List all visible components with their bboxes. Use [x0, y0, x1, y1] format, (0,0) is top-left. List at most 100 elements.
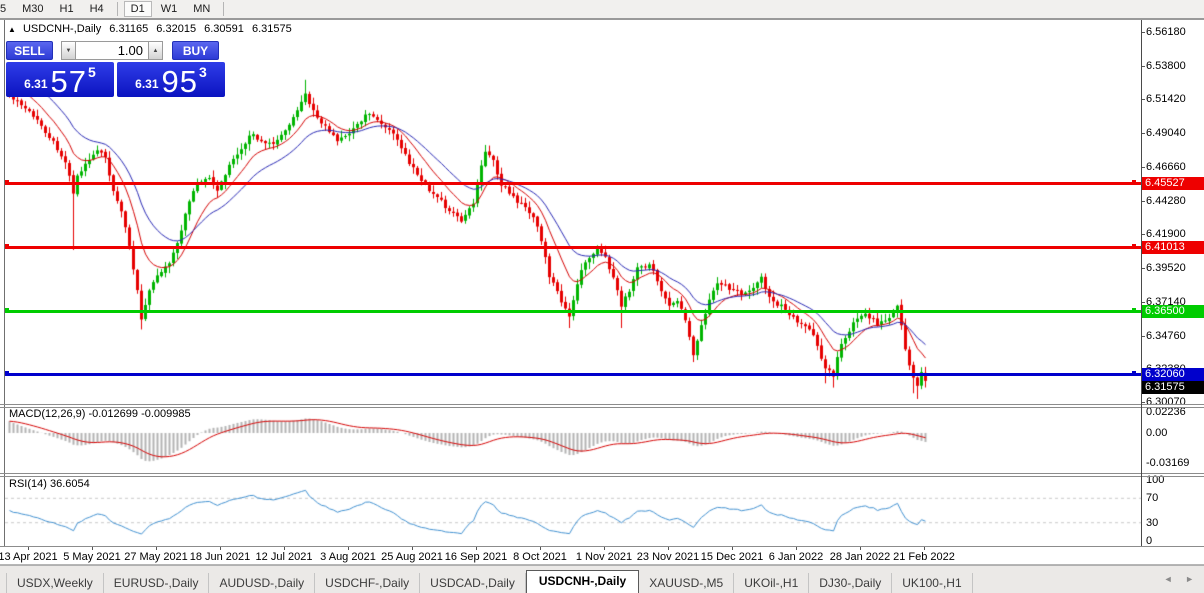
date-tick-mark — [732, 547, 733, 550]
chevron-down-icon: ▼ — [65, 47, 72, 54]
one-click-trading-panel: SELL ▼ 1.00 ▲ BUY 6.31 57 5 6.31 95 3 — [6, 41, 226, 97]
tab-xauusd-m5[interactable]: XAUUSD-,M5 — [639, 573, 735, 593]
tab-usdcnh-daily[interactable]: USDCNH-,Daily — [525, 570, 640, 593]
date-tick-label: 3 Aug 2021 — [320, 551, 376, 563]
line-anchor-marker — [5, 371, 9, 375]
volume-increase-button[interactable]: ▲ — [148, 41, 163, 60]
price-tick-label: 6.34760 — [1146, 330, 1186, 342]
timeframe-button-h4[interactable]: H4 — [83, 1, 111, 17]
toolbar-separator — [223, 2, 225, 16]
panel-separator[interactable] — [0, 473, 1204, 477]
date-tick-mark — [924, 547, 925, 550]
support-resistance-line[interactable] — [5, 182, 1141, 185]
date-tick-mark — [92, 547, 93, 550]
tab-scroll-arrows: ◄ ► — [1154, 574, 1194, 584]
volume-decrease-button[interactable]: ▼ — [61, 41, 76, 60]
date-tick-mark — [28, 547, 29, 550]
date-tick-label: 21 Feb 2022 — [893, 551, 955, 563]
date-tick-mark — [412, 547, 413, 550]
tab-eurusd-daily[interactable]: EURUSD-,Daily — [104, 573, 210, 593]
macd-axis-label: 0.00 — [1146, 427, 1168, 439]
symbol-name: USDCNH-,Daily — [22, 23, 102, 35]
price-tick-label: 6.39520 — [1146, 262, 1186, 274]
line-anchor-marker — [1132, 371, 1136, 375]
timeframe-button-m30[interactable]: M30 — [15, 1, 50, 17]
volume-input[interactable]: 1.00 — [76, 41, 148, 60]
quote-close: 6.31575 — [251, 23, 292, 35]
date-tick-mark — [860, 547, 861, 550]
buy-button[interactable]: BUY — [172, 41, 219, 60]
line-anchor-marker — [1132, 180, 1136, 184]
date-tick-label: 18 Jun 2021 — [189, 551, 251, 563]
support-resistance-line[interactable] — [5, 373, 1141, 376]
sell-button[interactable]: SELL — [6, 41, 53, 60]
date-tick-mark — [220, 547, 221, 550]
price-tick-label: 6.41900 — [1146, 228, 1186, 240]
rsi-label: RSI(14) 36.6054 — [9, 478, 90, 490]
date-tick-label: 25 Aug 2021 — [381, 551, 443, 563]
buy-price-main: 95 — [161, 64, 199, 99]
timeframe-button-5[interactable]: 5 — [0, 1, 13, 17]
chart-bottom-border — [0, 546, 1204, 547]
date-tick-label: 8 Oct 2021 — [513, 551, 567, 563]
date-tick-mark — [348, 547, 349, 550]
level-price-label: 6.45527 — [1142, 177, 1204, 190]
timeframe-button-h1[interactable]: H1 — [53, 1, 81, 17]
chart-tabs: USDX,Weekly EURUSD-,Daily AUDUSD-,Daily USD… — [6, 570, 973, 593]
date-tick-mark — [540, 547, 541, 550]
price-tick-label: 6.44280 — [1146, 195, 1186, 207]
tab-audusd-daily[interactable]: AUDUSD-,Daily — [209, 573, 316, 593]
date-tick-label: 23 Nov 2021 — [636, 551, 700, 563]
sell-price-main: 57 — [50, 64, 88, 99]
date-tick-label: 16 Sep 2021 — [444, 551, 508, 563]
tab-usdx-weekly[interactable]: USDX,Weekly — [6, 573, 104, 593]
tabs-scroll-left-icon[interactable]: ◄ — [1164, 574, 1173, 584]
mt4-window: 5 M30 H1 H4 D1 W1 MN ▲ USDCNH-,Daily 6.31165 6… — [0, 0, 1204, 593]
tab-uk100-h1[interactable]: UK100-,H1 — [892, 573, 973, 593]
buy-price-box[interactable]: 6.31 95 3 — [117, 62, 225, 97]
timeframe-button-d1[interactable]: D1 — [123, 1, 152, 17]
toolbar-separator — [116, 2, 118, 16]
line-anchor-marker — [5, 308, 9, 312]
quote-high: 6.32015 — [156, 23, 197, 35]
timeframe-button-mn[interactable]: MN — [186, 1, 217, 17]
price-tick-label: 6.53800 — [1146, 60, 1186, 72]
price-tick-label: 6.51420 — [1146, 93, 1186, 105]
date-tick-label: 15 Dec 2021 — [700, 551, 764, 563]
date-tick-mark — [476, 547, 477, 550]
price-axis-border — [1141, 20, 1142, 546]
timeframe-button-w1[interactable]: W1 — [154, 1, 185, 17]
rsi-indicator-canvas[interactable] — [5, 476, 1141, 546]
line-anchor-marker — [1132, 244, 1136, 248]
line-anchor-marker — [5, 180, 9, 184]
level-price-label: 6.32060 — [1142, 368, 1204, 381]
sell-price-box[interactable]: 6.31 57 5 — [6, 62, 114, 97]
timeframe-toolbar: 5 M30 H1 H4 D1 W1 MN — [0, 0, 1204, 19]
price-tick-label: 6.49040 — [1146, 127, 1186, 139]
price-tick-label: 6.56180 — [1146, 26, 1186, 38]
tab-usdcad-daily[interactable]: USDCAD-,Daily — [420, 573, 526, 593]
date-tick-label: 13 Apr 2021 — [0, 551, 58, 563]
quote-open: 6.31165 — [109, 23, 149, 35]
macd-label: MACD(12,26,9) -0.012699 -0.009985 — [9, 408, 191, 420]
date-tick-label: 5 May 2021 — [63, 551, 121, 563]
tab-usdchf-daily[interactable]: USDCHF-,Daily — [315, 573, 421, 593]
collapse-quote-icon[interactable]: ▲ — [8, 25, 16, 34]
date-tick-mark — [668, 547, 669, 550]
tabs-scroll-right-icon[interactable]: ► — [1185, 574, 1194, 584]
rsi-axis-label: 30 — [1146, 517, 1159, 529]
support-resistance-line[interactable] — [5, 310, 1141, 313]
tab-ukoil-h1[interactable]: UKOil-,H1 — [734, 573, 810, 593]
macd-axis-label: -0.03169 — [1146, 457, 1190, 469]
date-tick-label: 28 Jan 2022 — [829, 551, 891, 563]
date-tick-label: 12 Jul 2021 — [255, 551, 313, 563]
date-tick-mark — [284, 547, 285, 550]
sell-price-prefix: 6.31 — [24, 77, 48, 91]
date-tick-label: 6 Jan 2022 — [768, 551, 824, 563]
support-resistance-line[interactable] — [5, 246, 1141, 249]
tab-dj30-daily[interactable]: DJ30-,Daily — [809, 573, 893, 593]
chevron-up-icon: ▲ — [152, 47, 159, 54]
quote-low: 6.30591 — [204, 23, 244, 35]
chart-tab-bar: USDX,Weekly EURUSD-,Daily AUDUSD-,Daily USD… — [0, 565, 1204, 593]
date-tick-mark — [604, 547, 605, 550]
